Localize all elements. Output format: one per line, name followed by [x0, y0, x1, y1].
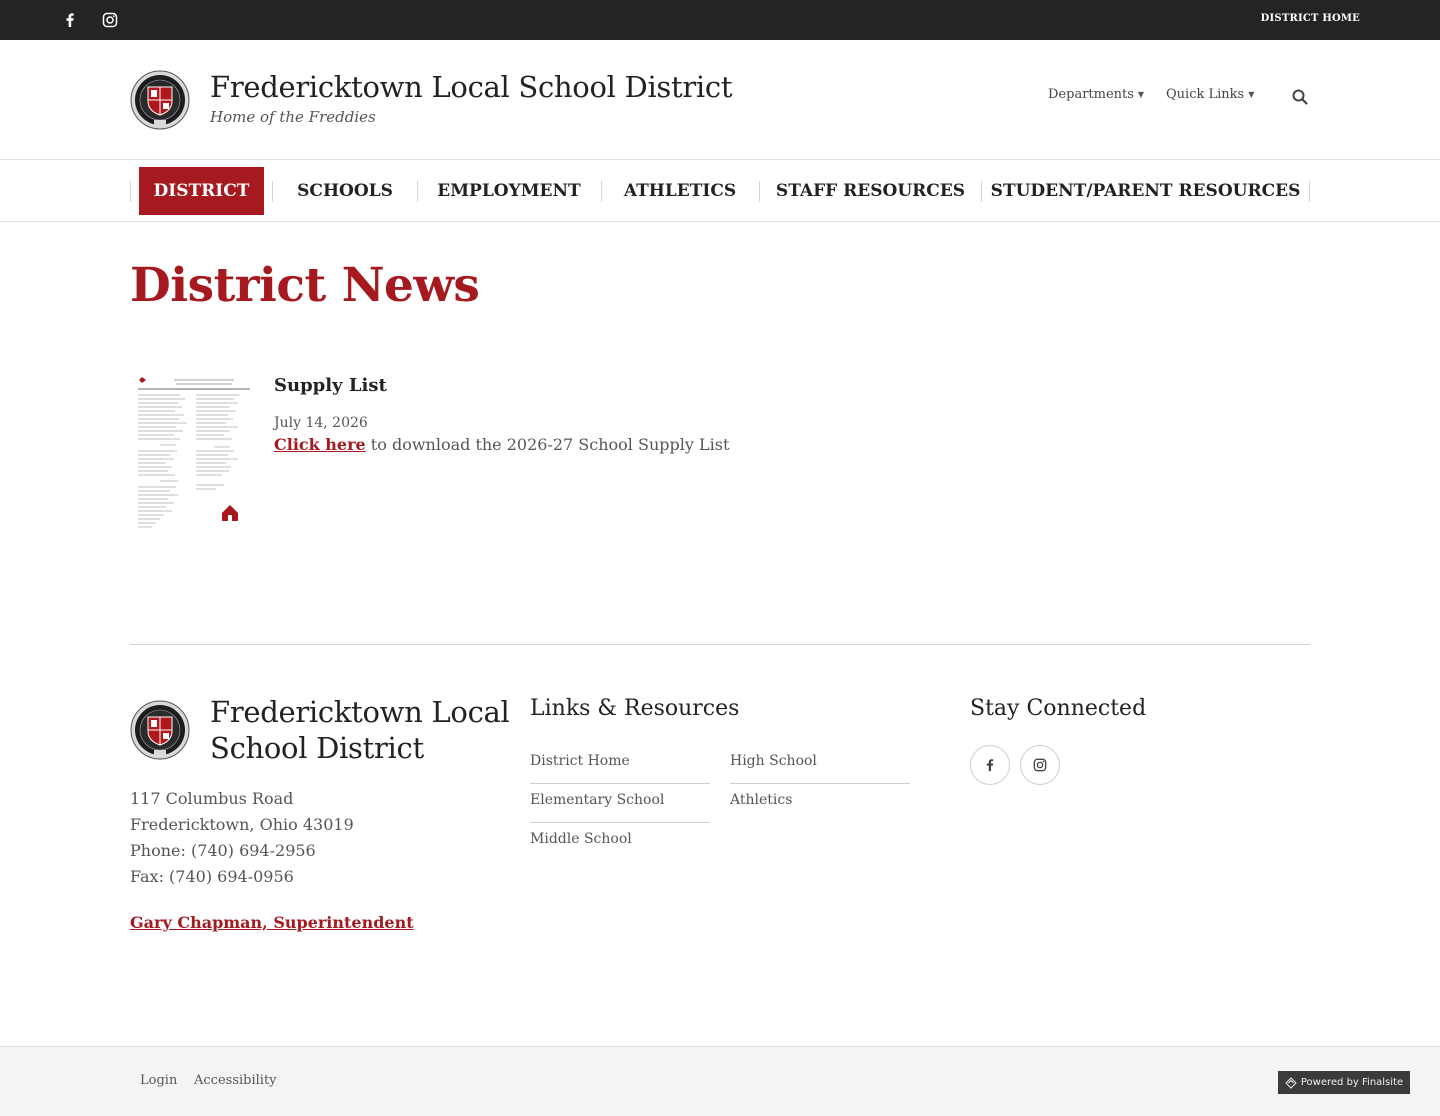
- nav-divider: [272, 181, 273, 202]
- accessibility-link[interactable]: Accessibility: [194, 1073, 277, 1088]
- nav-staff-resources[interactable]: STAFF RESOURCES: [773, 167, 968, 215]
- news-item-title[interactable]: Supply List: [274, 375, 387, 396]
- search-icon[interactable]: [1291, 88, 1309, 106]
- quick-links-menu[interactable]: Quick Links ▼: [1166, 87, 1254, 102]
- footer-link-high-school[interactable]: High School: [730, 745, 910, 784]
- finalsite-icon: [1285, 1076, 1297, 1089]
- click-here-link[interactable]: Click here: [274, 435, 366, 454]
- stay-connected-heading: Stay Connected: [970, 696, 1147, 721]
- nav-athletics[interactable]: ATHLETICS: [615, 167, 745, 215]
- news-item-date: July 14, 2026: [274, 415, 368, 431]
- powered-by-finalsite-badge[interactable]: Powered by Finalsite: [1278, 1071, 1410, 1094]
- footer-link-elementary-school[interactable]: Elementary School: [530, 784, 710, 823]
- address-phone: Phone: (740) 694-2956: [130, 841, 316, 860]
- address-street: 117 Columbus Road: [130, 789, 294, 808]
- top-bar: DISTRICT HOME: [0, 0, 1440, 40]
- page-title: District News: [130, 258, 480, 313]
- footer-link-district-home[interactable]: District Home: [530, 745, 710, 784]
- instagram-icon[interactable]: [100, 10, 120, 30]
- district-logo[interactable]: [130, 70, 190, 130]
- district-home-link[interactable]: DISTRICT HOME: [1261, 13, 1360, 24]
- login-link[interactable]: Login: [140, 1073, 177, 1088]
- superintendent-link[interactable]: Gary Chapman, Superintendent: [130, 913, 414, 932]
- footer-link-athletics[interactable]: Athletics: [730, 784, 910, 823]
- nav-divider: [981, 181, 982, 202]
- site-header: Fredericktown Local School District Home…: [0, 40, 1440, 160]
- news-item-summary: Click here to download the 2026-27 Schoo…: [274, 435, 729, 454]
- caret-down-icon: ▼: [1248, 90, 1255, 99]
- footer-title-line-2: School District: [210, 731, 424, 765]
- news-thumbnail[interactable]: [130, 373, 254, 533]
- nav-divider: [601, 181, 602, 202]
- content-divider: [130, 644, 1310, 645]
- address-fax: Fax: (740) 694-0956: [130, 867, 294, 886]
- bottom-bar: Login Accessibility Powered by Finalsite: [0, 1046, 1440, 1116]
- news-item-body: to download the 2026-27 School Supply Li…: [365, 435, 730, 454]
- links-resources-heading: Links & Resources: [530, 696, 740, 721]
- powered-by-label: Powered by Finalsite: [1300, 1077, 1404, 1088]
- nav-divider: [1309, 181, 1310, 202]
- footer-instagram-icon[interactable]: [1020, 745, 1060, 785]
- footer-facebook-icon[interactable]: [970, 745, 1010, 785]
- nav-student-parent-resources[interactable]: STUDENT/PARENT RESOURCES: [991, 167, 1301, 215]
- nav-schools[interactable]: SCHOOLS: [286, 167, 404, 215]
- nav-employment[interactable]: EMPLOYMENT: [432, 167, 586, 215]
- site-title[interactable]: Fredericktown Local School District: [210, 70, 733, 104]
- facebook-icon[interactable]: [60, 10, 80, 30]
- footer-district-logo: [130, 700, 190, 760]
- nav-divider: [130, 181, 131, 202]
- footer-title: Fredericktown Local School District: [210, 694, 510, 766]
- nav-divider: [417, 181, 418, 202]
- caret-down-icon: ▼: [1137, 90, 1145, 99]
- nav-divider: [759, 181, 760, 202]
- departments-menu[interactable]: Departments ▼: [1048, 87, 1144, 102]
- site-tagline: Home of the Freddies: [210, 108, 376, 126]
- address-city: Fredericktown, Ohio 43019: [130, 815, 354, 834]
- departments-label: Departments: [1048, 87, 1134, 102]
- footer-title-line-1: Fredericktown Local: [210, 695, 510, 729]
- main-navigation: DISTRICT SCHOOLS EMPLOYMENT ATHLETICS ST…: [0, 160, 1440, 222]
- footer-link-middle-school[interactable]: Middle School: [530, 823, 710, 862]
- nav-district[interactable]: DISTRICT: [139, 167, 264, 215]
- quick-links-label: Quick Links: [1166, 87, 1245, 102]
